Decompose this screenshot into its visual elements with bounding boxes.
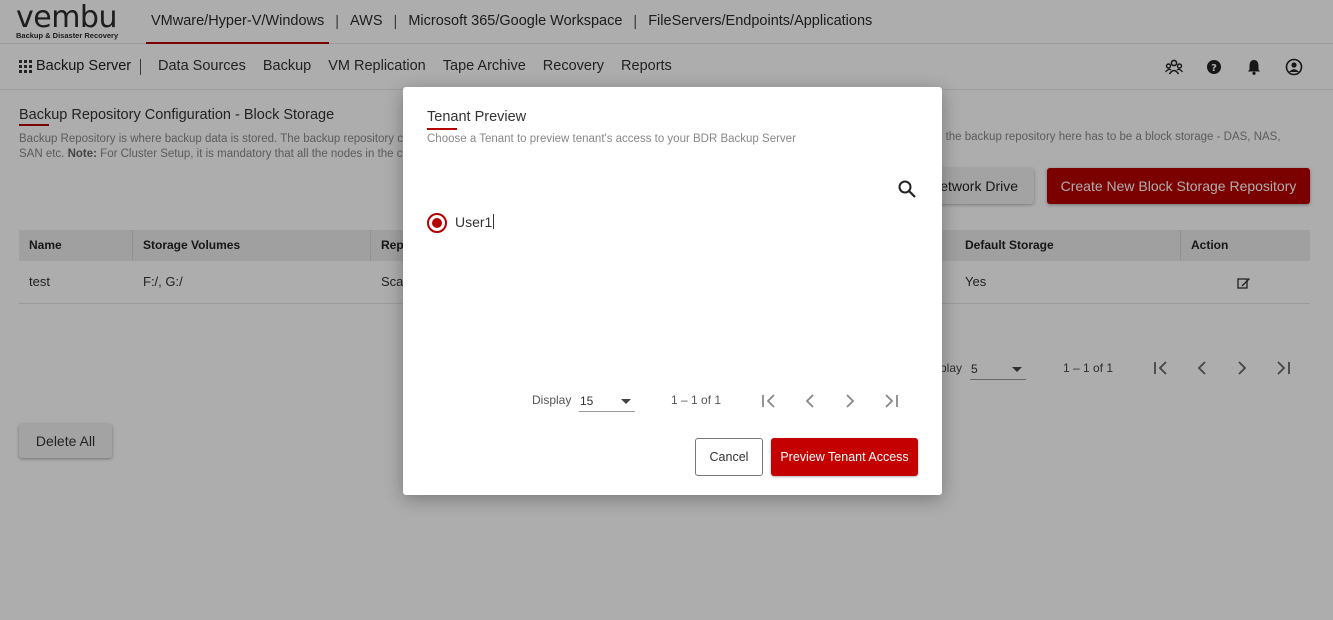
tenant-name: User1: [455, 214, 493, 230]
dialog-title-underline: [427, 128, 457, 130]
page-size-select[interactable]: 15: [579, 391, 635, 412]
chevron-down-icon: [621, 399, 631, 404]
dialog-subtitle: Choose a Tenant to preview tenant's acce…: [427, 133, 796, 145]
dialog-title: Tenant Preview: [427, 109, 527, 125]
page-range: 1 – 1 of 1: [671, 393, 722, 407]
page-size-value: 15: [580, 394, 594, 408]
next-page-icon[interactable]: [840, 391, 860, 411]
preview-tenant-access-button[interactable]: Preview Tenant Access: [771, 438, 918, 476]
tenant-label[interactable]: User1: [455, 214, 495, 230]
prev-page-icon[interactable]: [800, 391, 820, 411]
display-label: Display: [532, 393, 572, 407]
cancel-button[interactable]: Cancel: [695, 438, 763, 476]
tenant-preview-dialog: Tenant Preview Choose a Tenant to previe…: [403, 87, 942, 495]
last-page-icon[interactable]: [880, 391, 900, 411]
text-cursor: [493, 214, 495, 229]
first-page-icon[interactable]: [760, 391, 780, 411]
tenant-radio-user1[interactable]: [427, 213, 447, 233]
search-icon[interactable]: [897, 179, 917, 199]
